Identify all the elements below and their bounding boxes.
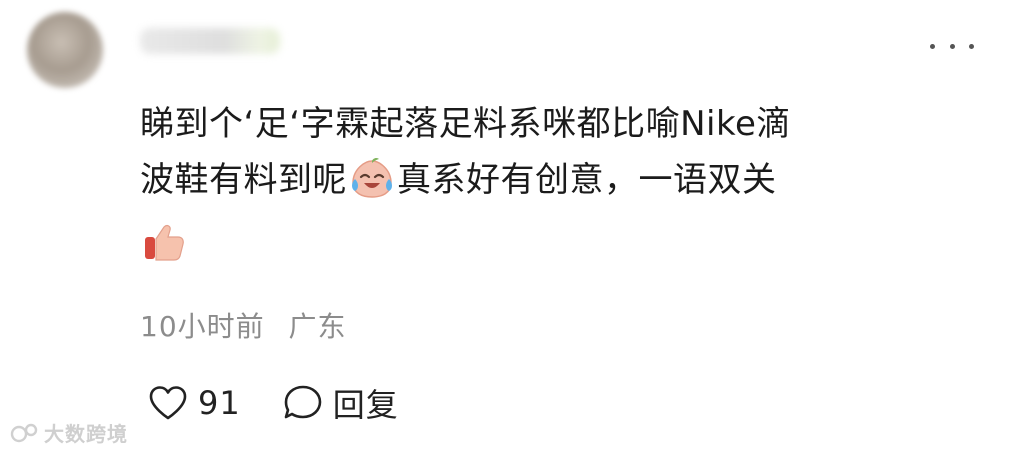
more-options-button[interactable] (930, 38, 974, 54)
more-dot-icon (949, 43, 955, 49)
like-count: 91 (198, 384, 241, 422)
username-blurred[interactable] (140, 28, 280, 54)
location: 广东 (288, 310, 347, 343)
reply-button[interactable]: 回复 (283, 380, 399, 426)
timestamp: 10小时前 (140, 310, 265, 343)
watermark-text: 大数跨境 (44, 422, 128, 446)
avatar[interactable] (27, 12, 103, 88)
comment-line-2-start: 波鞋有料到呢 (140, 160, 347, 200)
comment-line-1: 睇到个‘足‘字霖起落足料系咪都比喻Nike滴 (140, 104, 791, 144)
comment-line-2-end: 真系好有创意，一语双关 (397, 160, 777, 200)
comment-bubble-icon (284, 385, 322, 419)
watermark: 大数跨境 (10, 418, 128, 447)
laughing-crying-emoji-icon (349, 157, 395, 216)
more-dot-icon (930, 43, 935, 49)
thumbs-up-emoji-icon (142, 223, 186, 280)
comment-card: 睇到个‘足‘字霖起落足料系咪都比喻Nike滴 波鞋有料到呢 真系好有创意，一语双… (0, 0, 1024, 453)
heart-icon (149, 386, 187, 420)
comment-meta: 10小时前 广东 (140, 305, 347, 345)
comment-line-2: 波鞋有料到呢 真系好有创意，一语双关 (140, 152, 960, 216)
comment-line-3 (140, 216, 960, 280)
watermark-logo-icon (10, 423, 38, 442)
like-button[interactable]: 91 (148, 384, 241, 422)
comment-text: 睇到个‘足‘字霖起落足料系咪都比喻Nike滴 波鞋有料到呢 真系好有创意，一语双… (140, 96, 960, 280)
action-bar: 91 回复 (148, 378, 399, 428)
reply-label: 回复 (332, 386, 399, 424)
more-dot-icon (969, 43, 974, 49)
